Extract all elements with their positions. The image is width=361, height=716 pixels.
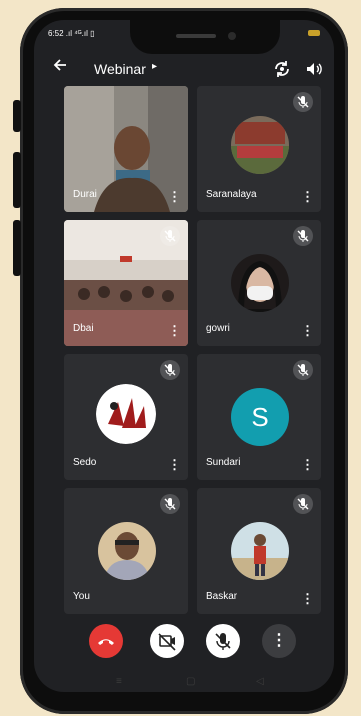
more-vert-icon[interactable]: ⋮	[301, 324, 314, 337]
home-icon[interactable]: ▢	[186, 676, 195, 687]
mic-off-icon	[293, 92, 313, 112]
avatar	[231, 522, 289, 580]
participant-tile-durai[interactable]: Durai ⋮	[64, 86, 188, 212]
participant-name: gowri	[206, 323, 230, 334]
meet-screen: 6:52 .ıl ⁴ᴳ.ıl ▯ Webinar ▸ Durai ⋮ Saran…	[34, 20, 334, 692]
back-arrow-icon[interactable]	[52, 57, 68, 78]
more-vert-icon[interactable]: ⋮	[168, 458, 181, 471]
participant-name: Dbai	[73, 323, 94, 334]
participant-tile-gowri[interactable]: gowri ⋮	[197, 220, 321, 346]
speaker-icon[interactable]	[304, 59, 324, 79]
more-vert-icon[interactable]: ⋮	[301, 592, 314, 605]
mic-off-icon	[160, 494, 180, 514]
participant-name: Saranalaya	[206, 189, 257, 200]
avatar	[96, 384, 156, 444]
more-vert-icon[interactable]: ⋮	[168, 324, 181, 337]
switch-camera-icon[interactable]	[272, 59, 292, 79]
camera-off-icon	[158, 633, 176, 651]
more-options-button[interactable]: ⋮	[262, 624, 296, 658]
mic-off-icon	[215, 633, 231, 650]
participant-tile-baskar[interactable]: Baskar ⋮	[197, 488, 321, 614]
phone-side-button	[13, 152, 21, 208]
participant-tile-you[interactable]: You	[64, 488, 188, 614]
mic-off-icon	[160, 360, 180, 380]
mic-off-icon	[293, 226, 313, 246]
more-vert-icon[interactable]: ⋮	[301, 458, 314, 471]
phone-notch	[130, 20, 280, 54]
battery-icon	[308, 30, 320, 36]
participant-tile-saranalaya[interactable]: Saranalaya ⋮	[197, 86, 321, 212]
mic-off-icon	[293, 494, 313, 514]
chevron-right-icon[interactable]: ▸	[152, 61, 157, 72]
system-nav-bar: ≡ ▢ ◁	[34, 676, 334, 690]
mic-off-icon	[293, 360, 313, 380]
avatar	[231, 116, 289, 174]
more-vert-icon: ⋮	[271, 632, 287, 649]
avatar	[98, 522, 156, 580]
back-icon[interactable]: ◁	[256, 676, 264, 687]
phone-hangup-icon	[98, 639, 114, 645]
call-controls: ⋮	[34, 624, 334, 664]
speaker-grille	[176, 34, 216, 38]
participant-tile-sundari[interactable]: S Sundari ⋮	[197, 354, 321, 480]
top-bar: Webinar ▸	[34, 54, 334, 84]
more-vert-icon[interactable]: ⋮	[168, 190, 181, 203]
phone-side-button	[13, 100, 21, 132]
mic-off-icon	[160, 226, 180, 246]
participant-name: You	[73, 591, 90, 602]
participant-name: Sedo	[73, 457, 97, 468]
participant-name: Baskar	[206, 591, 238, 602]
avatar-initial: S	[231, 388, 289, 446]
front-camera	[228, 32, 236, 40]
phone-side-button	[13, 220, 21, 276]
status-bar-left: 6:52 .ıl ⁴ᴳ.ıl ▯	[48, 29, 95, 38]
camera-toggle-button[interactable]	[150, 624, 184, 658]
mic-toggle-button[interactable]	[206, 624, 240, 658]
participant-name: Durai	[73, 189, 97, 200]
end-call-button[interactable]	[89, 624, 123, 658]
participant-tile-dbai[interactable]: Dbai ⋮	[64, 220, 188, 346]
more-vert-icon[interactable]: ⋮	[301, 190, 314, 203]
meeting-title[interactable]: Webinar	[94, 61, 146, 77]
recent-apps-icon[interactable]: ≡	[116, 676, 122, 687]
participant-tile-sedo[interactable]: Sedo ⋮	[64, 354, 188, 480]
avatar	[231, 254, 289, 312]
participant-name: Sundari	[206, 457, 241, 468]
